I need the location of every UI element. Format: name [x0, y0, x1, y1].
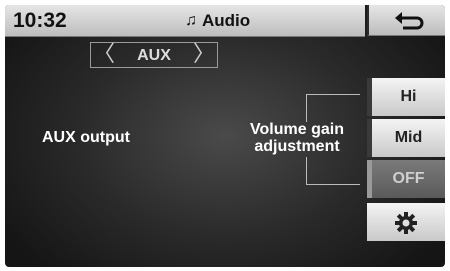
- source-next-button[interactable]: 〉: [193, 43, 215, 67]
- clock: 10:32: [13, 9, 67, 32]
- aux-output-label: AUX output: [42, 129, 130, 146]
- back-button[interactable]: [367, 5, 445, 36]
- settings-button[interactable]: [367, 203, 445, 241]
- gain-off-label: OFF: [392, 170, 425, 187]
- gain-mid-label: Mid: [394, 129, 423, 146]
- source-prev-button[interactable]: 〈: [93, 43, 115, 67]
- bracket-line-top: [306, 94, 360, 122]
- source-selector: 〈 AUX 〉: [90, 42, 218, 68]
- source-label: AUX: [137, 47, 171, 64]
- volume-gain-label: Volume gain adjustment: [241, 121, 353, 155]
- status-bar: 10:32 ♫ Audio: [5, 5, 365, 37]
- volume-gain-label-line1: Volume gain: [250, 121, 344, 138]
- gain-hi-label: Hi: [400, 88, 417, 105]
- gain-off-button[interactable]: OFF: [367, 160, 445, 198]
- back-arrow-icon: [395, 12, 424, 30]
- gain-hi-button[interactable]: Hi: [367, 78, 445, 116]
- gain-mid-button[interactable]: Mid: [367, 119, 445, 157]
- volume-gain-label-line2: adjustment: [254, 138, 340, 155]
- screen-title: ♫ Audio: [185, 11, 250, 31]
- bracket-line-bottom: [306, 157, 360, 185]
- audio-screen: 10:32 ♫ Audio 〈 AUX 〉 AUX output Volume …: [5, 5, 445, 267]
- screen-title-text: Audio: [202, 11, 251, 30]
- music-note-icon: ♫: [185, 12, 197, 29]
- gear-icon: [395, 212, 417, 234]
